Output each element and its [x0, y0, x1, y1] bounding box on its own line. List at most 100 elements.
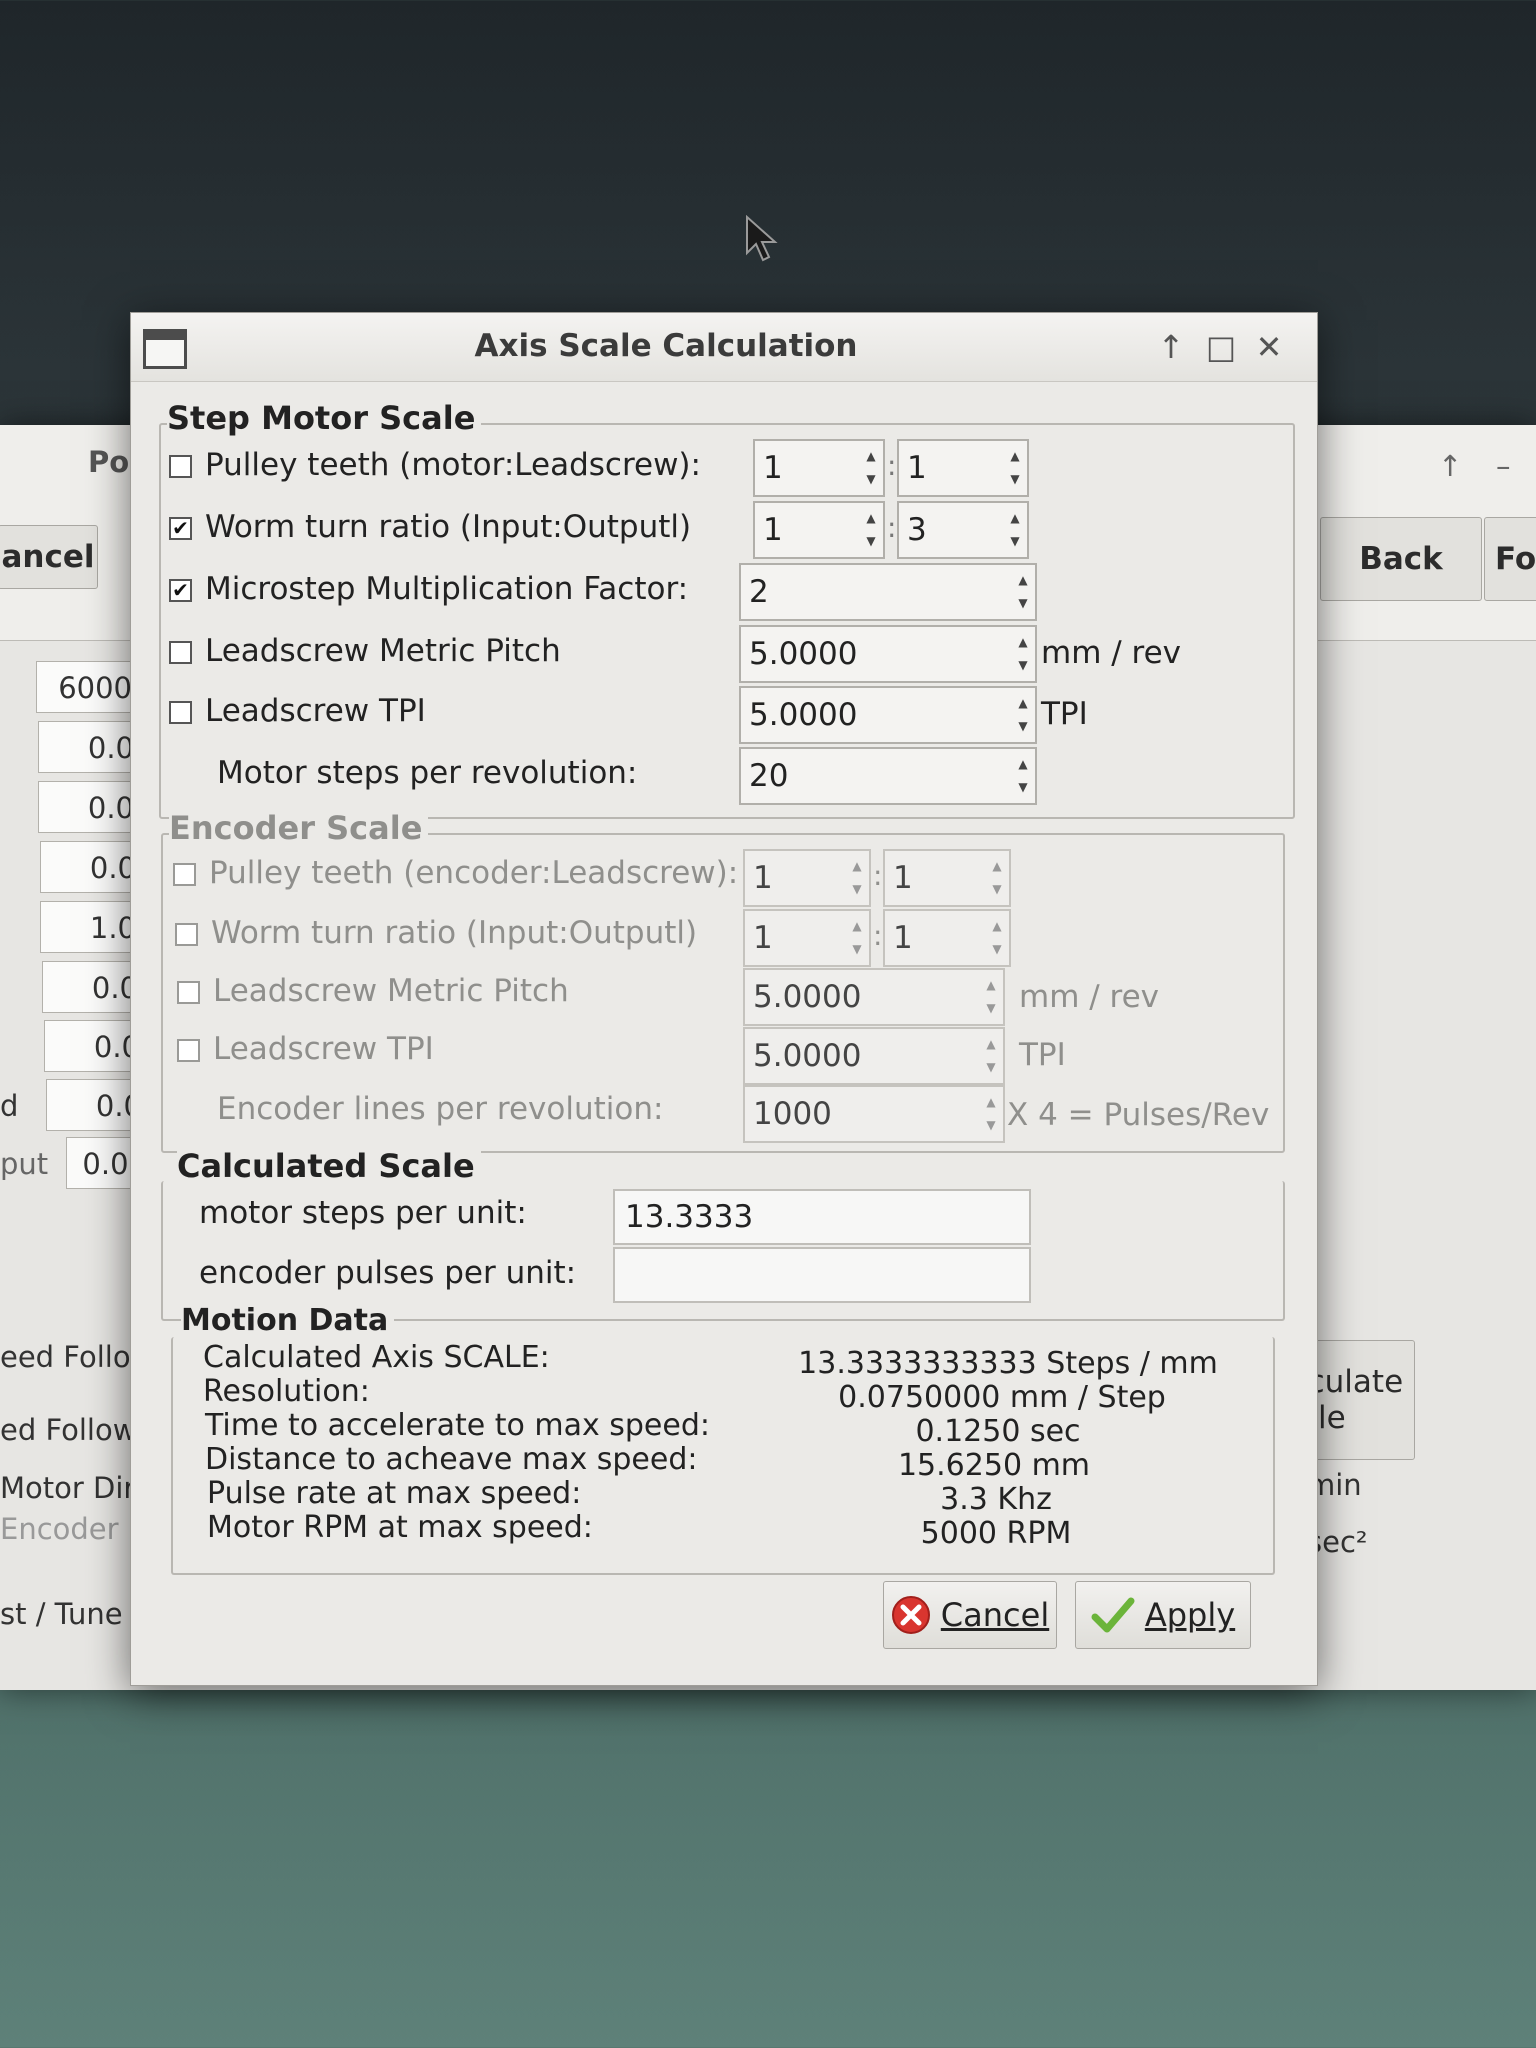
apply-button[interactable]: Apply	[1075, 1581, 1251, 1649]
motion-label: Time to accelerate to max speed:	[205, 1408, 710, 1443]
bg-left-label: ed Followi	[0, 1413, 145, 1447]
spin-arrows-icon[interactable]: ▲ ▼	[863, 507, 879, 553]
cancel-label: Cancel	[940, 1596, 1050, 1634]
encoder-worm-b-spinner[interactable]: 1 ▲ ▼	[883, 909, 1011, 967]
ratio-separator: :	[887, 511, 897, 544]
encoder-pulley-checkbox[interactable]	[173, 863, 196, 886]
encoder-lines-label: Encoder lines per revolution:	[217, 1091, 664, 1127]
spin-value: 1000	[753, 1096, 832, 1132]
checkmark-icon	[1091, 1597, 1135, 1633]
motor-steps-per-unit-field[interactable]: 13.3333	[613, 1189, 1031, 1245]
encoder-worm-label: Worm turn ratio (Input:Outputl)	[211, 915, 698, 951]
ratio-separator: :	[873, 859, 883, 892]
spin-value: 1	[907, 450, 927, 486]
spin-arrows-icon[interactable]: ▲ ▼	[989, 855, 1005, 901]
spin-value: 20	[749, 758, 789, 794]
bg-field[interactable]: 6000	[36, 661, 141, 713]
spin-arrows-icon[interactable]: ▲ ▼	[1015, 753, 1031, 799]
bg-field[interactable]: 0.0	[38, 781, 143, 833]
dialog-titlebar[interactable]: Axis Scale Calculation ↑ □ ✕	[131, 313, 1317, 382]
bg-cancel-button[interactable]: ancel	[0, 525, 98, 589]
tpi-spinner[interactable]: 5.0000 ▲ ▼	[739, 686, 1037, 744]
spin-value: 3	[907, 512, 927, 548]
motor-steps-per-unit-label: motor steps per unit:	[199, 1195, 527, 1231]
spin-arrows-icon[interactable]: ▲ ▼	[849, 915, 865, 961]
motion-title: Motion Data	[181, 1303, 395, 1338]
encoder-tpi-unit: TPI	[1019, 1037, 1066, 1073]
tpi-label: Leadscrew TPI	[205, 693, 426, 729]
encoder-tpi-checkbox[interactable]	[177, 1039, 200, 1062]
spin-arrows-icon[interactable]: ▲ ▼	[983, 1033, 999, 1079]
microstep-spinner[interactable]: 2 ▲ ▼	[739, 563, 1037, 621]
worm-input-spinner[interactable]: 1 ▲ ▼	[753, 501, 885, 559]
encoder-pulses-per-unit-label: encoder pulses per unit:	[199, 1255, 577, 1291]
encoder-worm-checkbox[interactable]	[175, 923, 198, 946]
worm-output-spinner[interactable]: 3 ▲ ▼	[897, 501, 1029, 559]
pulley-leadscrew-b-spinner[interactable]: 1 ▲ ▼	[897, 439, 1029, 497]
encoder-metric-pitch-spinner[interactable]: 5.0000 ▲ ▼	[743, 968, 1005, 1026]
motion-label: Resolution:	[203, 1374, 370, 1409]
spin-arrows-icon[interactable]: ▲ ▼	[1015, 692, 1031, 738]
encoder-tpi-spinner[interactable]: 5.0000 ▲ ▼	[743, 1027, 1005, 1085]
motion-label: Distance to acheave max speed:	[205, 1442, 698, 1477]
bg-forward-button[interactable]: Fo	[1484, 517, 1536, 601]
tpi-checkbox[interactable]	[169, 701, 192, 724]
pulley-motor-a-spinner[interactable]: 1 ▲ ▼	[753, 439, 885, 497]
worm-ratio-checkbox[interactable]: ✔	[169, 517, 192, 540]
spin-arrows-icon[interactable]: ▲ ▼	[1007, 445, 1023, 491]
cancel-button[interactable]: Cancel	[883, 1581, 1057, 1649]
ratio-separator: :	[873, 919, 883, 952]
keep-above-icon[interactable]: ↑	[1151, 325, 1191, 369]
spin-arrows-icon[interactable]: ▲ ▼	[1015, 631, 1031, 677]
encoder-pulley-b-spinner[interactable]: 1 ▲ ▼	[883, 849, 1011, 907]
metric-pitch-unit: mm / rev	[1041, 635, 1182, 671]
motion-value: 5000 RPM	[920, 1516, 1072, 1551]
ratio-separator: :	[887, 449, 897, 482]
microstep-label: Microstep Multiplication Factor:	[205, 571, 689, 607]
spin-value: 1	[893, 920, 913, 956]
spin-value: 5.0000	[749, 636, 858, 672]
motion-label: Calculated Axis SCALE:	[203, 1340, 550, 1375]
bg-back-button[interactable]: Back	[1320, 517, 1482, 601]
bg-up-arrow-icon[interactable]: ↑	[1438, 449, 1462, 483]
microstep-checkbox[interactable]: ✔	[169, 579, 192, 602]
step-motor-title: Step Motor Scale	[167, 399, 482, 437]
close-icon[interactable]: ✕	[1249, 325, 1289, 369]
spin-value: 5.0000	[749, 697, 858, 733]
spin-arrows-icon[interactable]: ▲ ▼	[989, 915, 1005, 961]
encoder-pulley-a-spinner[interactable]: 1 ▲ ▼	[743, 849, 871, 907]
metric-pitch-spinner[interactable]: 5.0000 ▲ ▼	[739, 625, 1037, 683]
calculated-title: Calculated Scale	[177, 1147, 481, 1185]
cancel-icon	[891, 1596, 930, 1634]
spin-value: 5.0000	[753, 1038, 862, 1074]
bg-minimize-icon[interactable]: –	[1496, 449, 1511, 483]
mouse-cursor-icon	[746, 215, 778, 262]
motion-value: 3.3 Khz	[940, 1482, 1052, 1517]
motion-value: 13.3333333333 Steps / mm	[798, 1346, 1218, 1381]
spin-value: 1	[753, 920, 773, 956]
spin-arrows-icon[interactable]: ▲ ▼	[1007, 507, 1023, 553]
encoder-title: Encoder Scale	[169, 809, 429, 847]
bg-side-label: put	[0, 1147, 49, 1181]
maximize-icon[interactable]: □	[1201, 325, 1241, 369]
spin-arrows-icon[interactable]: ▲ ▼	[983, 1091, 999, 1137]
steps-per-rev-label: Motor steps per revolution:	[217, 755, 638, 791]
metric-pitch-checkbox[interactable]	[169, 641, 192, 664]
encoder-pulses-per-unit-field[interactable]	[613, 1247, 1031, 1303]
pulley-motor-checkbox[interactable]	[169, 455, 192, 478]
spin-arrows-icon[interactable]: ▲ ▼	[983, 974, 999, 1020]
encoder-lines-spinner[interactable]: 1000 ▲ ▼	[743, 1085, 1005, 1143]
motion-value: 15.6250 mm	[897, 1448, 1091, 1483]
encoder-worm-a-spinner[interactable]: 1 ▲ ▼	[743, 909, 871, 967]
encoder-metric-pitch-unit: mm / rev	[1019, 979, 1160, 1015]
motion-label: Motor RPM at max speed:	[207, 1510, 593, 1545]
spin-arrows-icon[interactable]: ▲ ▼	[849, 855, 865, 901]
spin-arrows-icon[interactable]: ▲ ▼	[1015, 569, 1031, 615]
encoder-metric-pitch-checkbox[interactable]	[177, 981, 200, 1004]
tpi-unit: TPI	[1041, 696, 1088, 732]
motion-value: 0.0750000 mm / Step	[838, 1380, 1166, 1415]
spin-arrows-icon[interactable]: ▲ ▼	[863, 445, 879, 491]
bg-field[interactable]: 0.0	[38, 721, 143, 773]
bg-position-label: Po	[88, 445, 130, 479]
steps-per-rev-spinner[interactable]: 20 ▲ ▼	[739, 747, 1037, 805]
